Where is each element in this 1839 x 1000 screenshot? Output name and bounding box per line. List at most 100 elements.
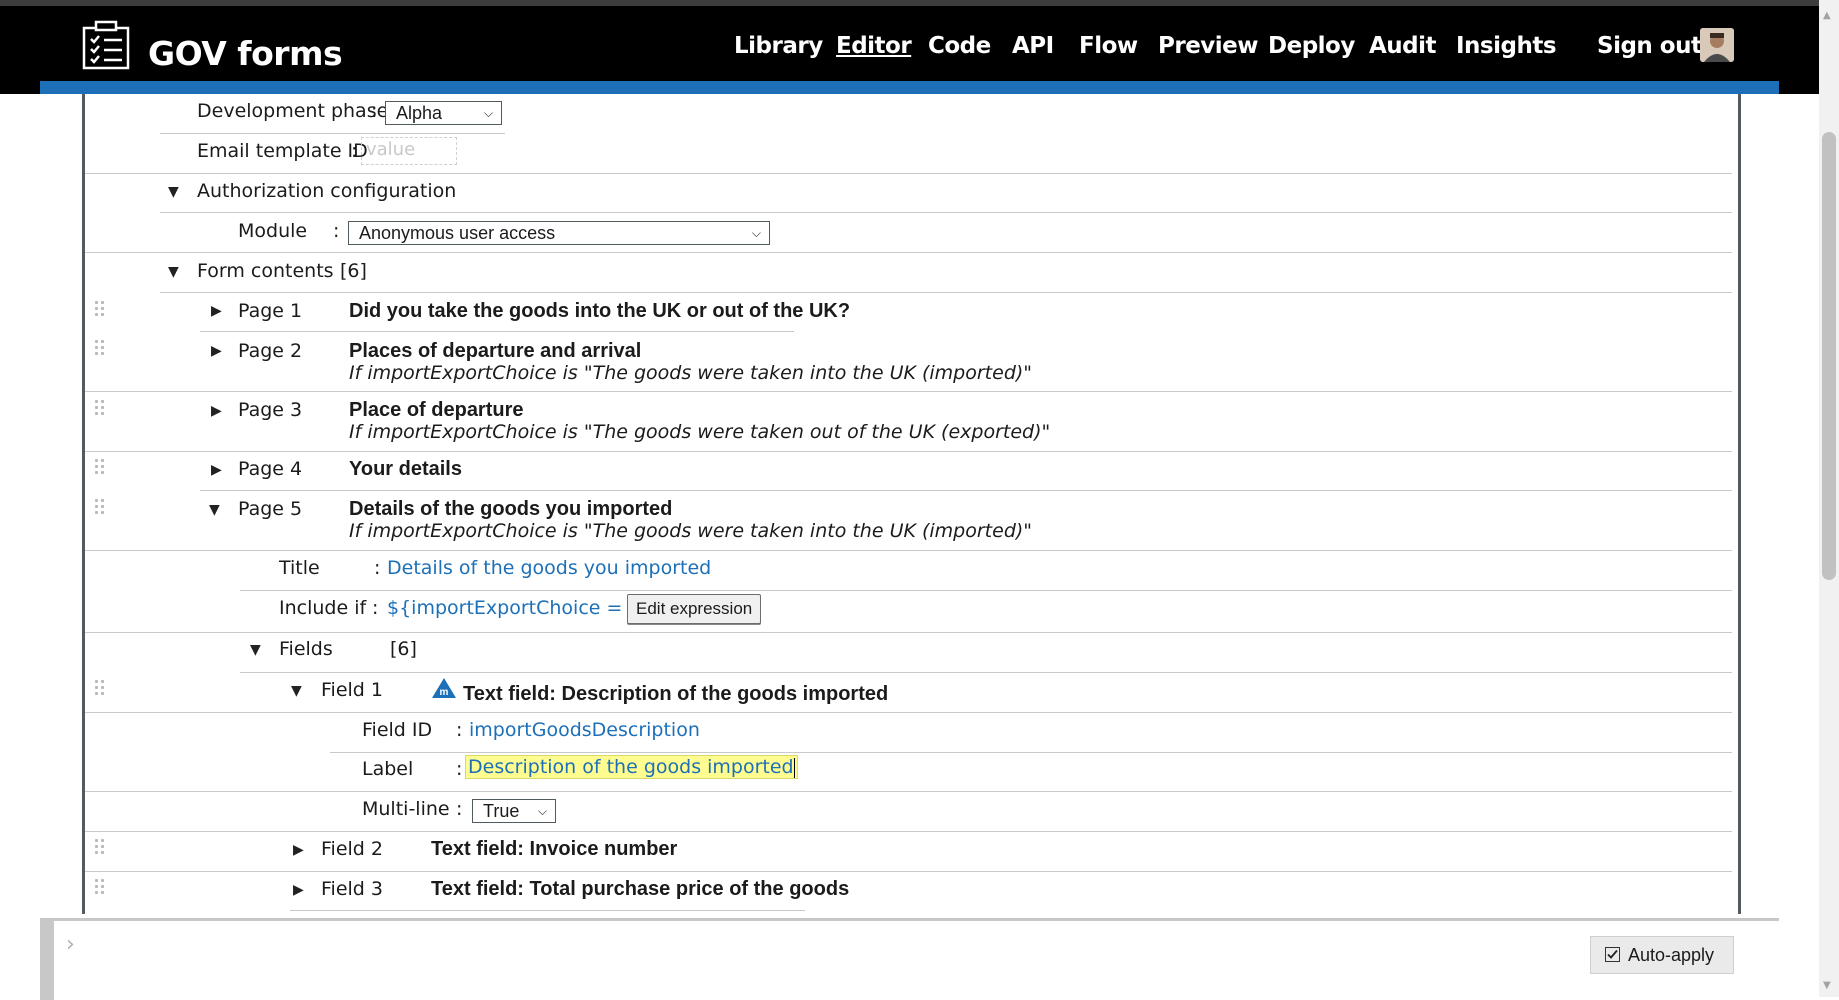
row-divider [330,752,1732,753]
fields-count: [6] [390,638,417,660]
separator: : [456,758,463,780]
field-id-value[interactable]: importGoodsDescription [469,719,700,741]
page-title-value[interactable]: Details of the goods you imported [387,557,711,579]
multiline-label: Multi-line [362,798,450,820]
scroll-up-arrow-icon[interactable]: ▲ [1823,10,1831,21]
field-label-input[interactable]: Description of the goods imported [465,755,798,779]
field-3-title[interactable]: Text field: Total purchase price of the … [431,878,849,901]
row-divider [85,871,1732,872]
row-divider [200,490,1732,491]
nav-deploy[interactable]: Deploy [1268,33,1355,59]
dev-phase-select[interactable]: Alpha ⌵ [385,101,502,125]
edit-expression-button[interactable]: Edit expression [627,594,762,624]
nav-audit[interactable]: Audit [1369,33,1437,59]
page-2-condition: If importExportChoice is "The goods were… [349,362,1033,384]
module-select[interactable]: Anonymous user access ⌵ [348,221,770,245]
collapse-triangle-icon[interactable]: ▼ [291,683,302,699]
page-title-label: Title [279,557,320,579]
nav-insights[interactable]: Insights [1456,33,1557,59]
form-contents-label: Form contents [197,260,334,282]
expand-triangle-icon[interactable]: ▶ [211,462,222,478]
brand-title[interactable]: GOV forms [148,34,343,73]
collapse-triangle-icon[interactable]: ▼ [168,184,179,200]
expand-triangle-icon[interactable]: ▶ [293,882,304,898]
expand-triangle-icon[interactable]: ▶ [211,343,222,359]
bottom-panel [40,918,1779,1000]
drag-handle-icon[interactable] [95,839,107,859]
avatar[interactable] [1700,28,1734,62]
nav-api[interactable]: API [1012,33,1054,59]
auth-config-label: Authorization configuration [197,180,457,202]
drag-handle-icon[interactable] [95,400,107,420]
expand-triangle-icon[interactable]: ▶ [211,303,222,319]
collapse-triangle-icon[interactable]: ▼ [209,502,220,518]
page-5-condition: If importExportChoice is "The goods were… [349,520,1033,542]
email-template-label: Email template ID [197,140,368,162]
drag-handle-icon[interactable] [95,340,107,360]
include-if-label: Include if [279,597,367,619]
page-1-label: Page 1 [238,300,303,322]
page-4-title[interactable]: Your details [349,458,462,481]
dev-phase-label: Development phase [197,100,389,122]
expand-triangle-icon[interactable]: ▶ [211,403,222,419]
field-1-label: Field 1 [321,679,383,701]
drag-handle-icon[interactable] [95,459,107,479]
module-label: Module [238,220,308,242]
include-if-value[interactable]: ${importExportChoice = 0} [387,597,653,619]
sign-out-link[interactable]: Sign out [1597,33,1702,59]
text-caret [793,757,795,778]
row-divider [85,451,1732,452]
scrollbar-thumb[interactable] [1822,132,1836,580]
separator: : [456,719,463,741]
separator: : [371,100,378,122]
page-5-label: Page 5 [238,498,303,520]
page-3-title[interactable]: Place of departure [349,399,524,422]
nav-flow[interactable]: Flow [1079,33,1138,59]
collapse-triangle-icon[interactable]: ▼ [168,264,179,280]
email-template-input[interactable]: value [361,137,457,165]
drag-handle-icon[interactable] [95,879,107,899]
field-2-title[interactable]: Text field: Invoice number [431,838,677,861]
drag-handle-icon[interactable] [95,301,107,321]
row-divider [160,292,1732,293]
page-5-title[interactable]: Details of the goods you imported [349,498,672,521]
scroll-down-arrow-icon[interactable]: ▼ [1823,980,1831,991]
collapse-triangle-icon[interactable]: ▼ [250,642,261,658]
svg-text:m: m [440,687,449,698]
row-divider [200,331,794,332]
page-2-title[interactable]: Places of departure and arrival [349,340,641,363]
chevron-down-icon: ⌵ [537,804,547,818]
page-3-condition: If importExportChoice is "The goods were… [349,421,1051,443]
field-1-title[interactable]: Text field: Description of the goods imp… [463,683,888,706]
expand-triangle-icon[interactable]: ▶ [293,842,304,858]
field-3-label: Field 3 [321,878,383,900]
checkbox-checked-icon [1605,947,1620,962]
drag-handle-icon[interactable] [95,680,107,700]
row-divider [240,590,1732,591]
page-1-title[interactable]: Did you take the goods into the UK or ou… [349,300,850,323]
bottom-panel-edge [40,921,54,1000]
form-checklist-icon[interactable] [80,20,132,70]
nav-library[interactable]: Library [734,33,823,59]
separator: : [456,798,463,820]
row-divider [160,133,505,134]
row-divider [85,632,1732,633]
row-divider [85,252,1732,253]
nav-editor[interactable]: Editor [836,33,912,59]
nav-code[interactable]: Code [928,33,991,59]
nav-preview[interactable]: Preview [1158,33,1259,59]
separator: : [333,220,340,242]
auto-apply-toggle[interactable]: Auto-apply [1590,936,1734,974]
drag-handle-icon[interactable] [95,499,107,519]
chevron-down-icon: ⌵ [483,106,493,120]
row-divider [160,212,1732,213]
field-id-label: Field ID [362,719,433,741]
row-divider [85,791,1732,792]
separator: : [351,140,358,162]
field-2-label: Field 2 [321,838,383,860]
chevron-right-icon[interactable]: › [66,932,75,957]
fields-label: Fields [279,638,333,660]
multiline-select[interactable]: True ⌵ [472,799,556,823]
page-2-label: Page 2 [238,340,303,362]
row-divider [85,173,1732,174]
